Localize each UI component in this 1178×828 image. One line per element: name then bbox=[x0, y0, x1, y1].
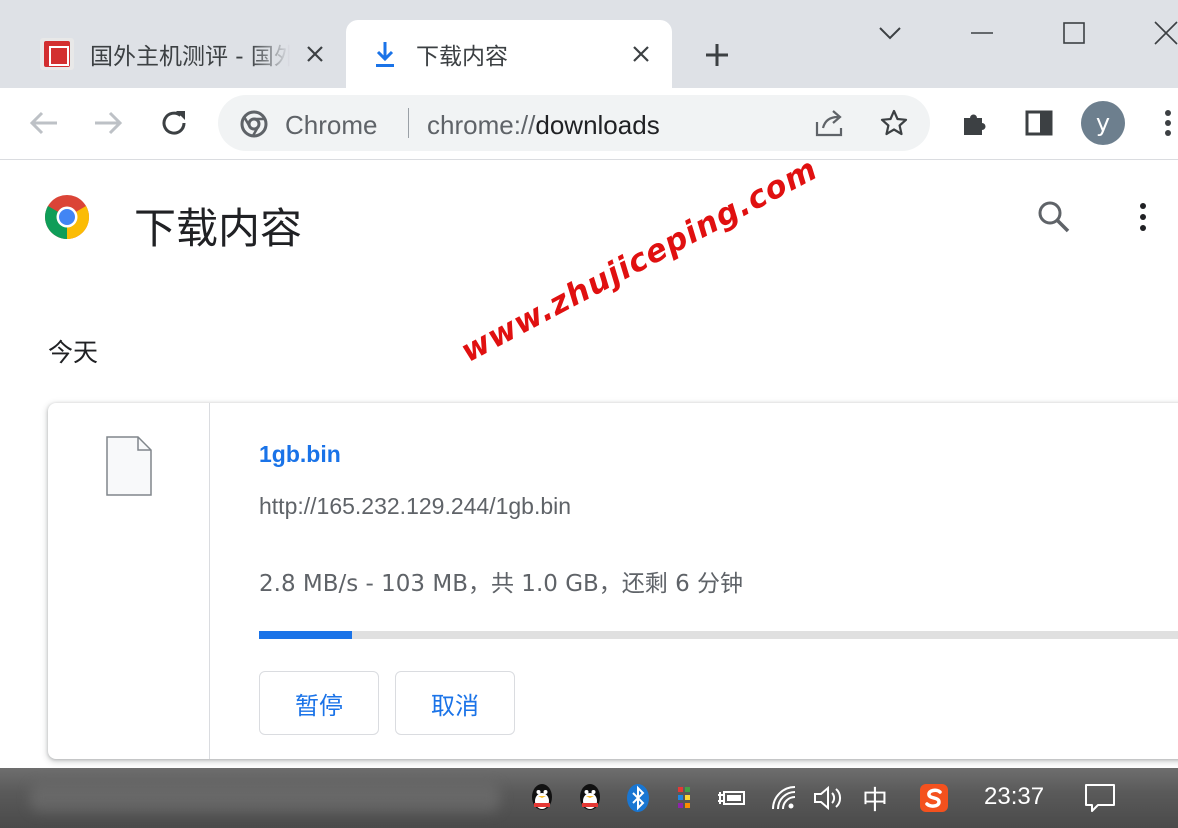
clock[interactable]: 23:37 bbox=[984, 783, 1044, 811]
star-icon[interactable] bbox=[876, 105, 912, 141]
qq-icon[interactable] bbox=[574, 782, 606, 814]
omnibox-site-label: Chrome bbox=[285, 110, 378, 140]
url-scheme: chrome:// bbox=[427, 110, 536, 140]
extensions-icon[interactable] bbox=[957, 105, 993, 141]
downloads-page: 下载内容 今天 1gb.bin http://165.232.129.244/1… bbox=[0, 161, 1178, 768]
file-url-link[interactable]: http://165.232.129.244/1gb.bin bbox=[259, 493, 571, 520]
search-icon[interactable] bbox=[1036, 199, 1072, 235]
omnibox-url[interactable]: chrome://downloads bbox=[427, 110, 660, 141]
avatar[interactable]: y bbox=[1081, 101, 1125, 145]
download-card: 1gb.bin http://165.232.129.244/1gb.bin 2… bbox=[48, 403, 1178, 759]
tab-downloads[interactable]: 下载内容 bbox=[346, 20, 672, 88]
chrome-icon bbox=[45, 195, 89, 239]
cancel-button[interactable]: 取消 bbox=[395, 671, 515, 735]
chrome-icon bbox=[240, 110, 268, 138]
card-divider bbox=[209, 403, 210, 759]
toolbar: Chrome chrome://downloads y bbox=[0, 88, 1178, 160]
date-group-label: 今天 bbox=[48, 338, 99, 367]
tab-site[interactable]: 国外主机测评 - 国外 bbox=[22, 20, 340, 88]
taskbar-blurred-area bbox=[30, 784, 500, 812]
wifi-icon[interactable] bbox=[768, 782, 800, 814]
power-icon[interactable] bbox=[716, 782, 748, 814]
more-vert-icon[interactable] bbox=[1150, 105, 1178, 141]
tab-title: 国外主机测评 - 国外 bbox=[90, 44, 290, 70]
plus-icon[interactable] bbox=[700, 38, 734, 72]
page-title: 下载内容 bbox=[134, 204, 303, 253]
share-icon[interactable] bbox=[812, 105, 848, 141]
more-vert-icon[interactable] bbox=[1128, 199, 1158, 235]
site-favicon bbox=[40, 38, 74, 70]
pause-button[interactable]: 暂停 bbox=[259, 671, 379, 735]
download-icon bbox=[376, 42, 394, 67]
tab-title: 下载内容 bbox=[416, 44, 508, 70]
minimize-icon[interactable] bbox=[962, 16, 1002, 50]
download-status: 2.8 MB/s - 103 MB，共 1.0 GB，还剩 6 分钟 bbox=[259, 571, 744, 597]
bluetooth-icon[interactable] bbox=[622, 782, 654, 814]
maximize-icon[interactable] bbox=[1054, 16, 1094, 50]
omnibox[interactable]: Chrome chrome://downloads bbox=[218, 95, 930, 151]
qq-icon[interactable] bbox=[526, 782, 558, 814]
progress-fill bbox=[259, 631, 352, 639]
taskbar: 中 23:37 bbox=[0, 768, 1178, 828]
progress-bar bbox=[259, 631, 1178, 639]
notification-icon[interactable] bbox=[1084, 782, 1116, 814]
url-host: downloads bbox=[535, 110, 660, 140]
window-close-icon[interactable] bbox=[1146, 16, 1178, 50]
close-icon[interactable] bbox=[300, 39, 330, 69]
back-arrow-icon[interactable] bbox=[26, 105, 62, 141]
tab-strip: 国外主机测评 - 国外 下载内容 bbox=[0, 0, 1178, 88]
app-tray-icon[interactable] bbox=[670, 782, 702, 814]
close-icon[interactable] bbox=[626, 39, 656, 69]
forward-arrow-icon[interactable] bbox=[90, 105, 126, 141]
file-icon bbox=[106, 436, 152, 496]
reload-icon[interactable] bbox=[156, 105, 192, 141]
file-name-link[interactable]: 1gb.bin bbox=[259, 441, 341, 468]
omnibox-separator bbox=[408, 108, 409, 138]
volume-icon[interactable] bbox=[812, 782, 844, 814]
chevron-down-icon[interactable] bbox=[870, 16, 910, 50]
ime-indicator[interactable]: 中 bbox=[862, 780, 888, 817]
sogou-icon[interactable] bbox=[918, 782, 950, 814]
side-panel-icon[interactable] bbox=[1021, 105, 1057, 141]
